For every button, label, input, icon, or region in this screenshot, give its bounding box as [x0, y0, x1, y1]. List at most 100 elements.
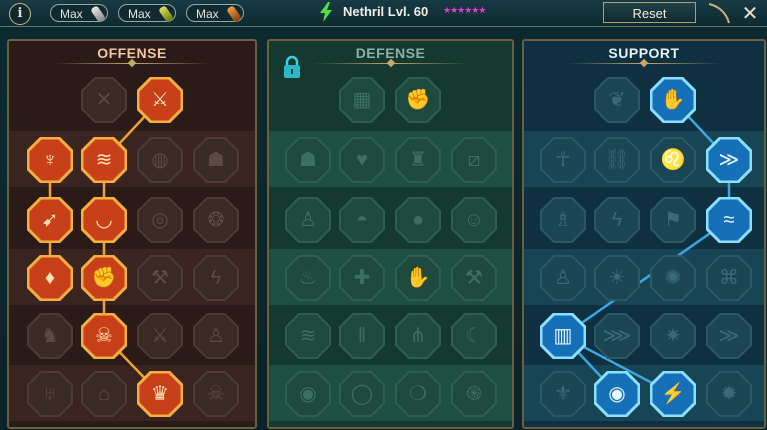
support-mastery-node[interactable]: ⚑ — [650, 197, 696, 243]
scroll-icon: ⌘ — [719, 267, 739, 289]
offense-mastery-node[interactable]: ✊ — [81, 255, 127, 301]
monk-icon: ♙ — [554, 267, 572, 289]
defense-mastery-node[interactable]: ⚒ — [451, 255, 497, 301]
defense-mastery-node[interactable]: ♙ — [285, 197, 331, 243]
tri-blade-icon: ⋔ — [409, 325, 427, 347]
support-mastery-node[interactable]: ✷ — [650, 313, 696, 359]
offense-mastery-node[interactable]: ◎ — [137, 197, 183, 243]
offense-mastery-node[interactable]: ➹ — [27, 197, 73, 243]
offense-mastery-node[interactable]: ⚔ — [137, 77, 183, 123]
defense-mastery-node[interactable]: ✋ — [395, 255, 441, 301]
info-button[interactable]: i — [9, 3, 31, 25]
reset-button[interactable]: Reset — [603, 2, 696, 23]
support-mastery-node[interactable]: ≈ — [706, 197, 752, 243]
support-mastery-node[interactable]: ☥ — [540, 137, 586, 183]
offense-mastery-node[interactable]: ♛ — [137, 371, 183, 417]
defense-mastery-node[interactable]: ♜ — [395, 137, 441, 183]
close-button[interactable]: ✕ — [738, 1, 762, 25]
support-mastery-node[interactable]: ⚡ — [650, 371, 696, 417]
offense-mastery-node[interactable]: ϟ — [193, 255, 239, 301]
defense-mastery-node[interactable]: ‖ — [339, 313, 385, 359]
demon-warrior-icon: ♆ — [42, 149, 58, 171]
figure-icon: ♙ — [207, 325, 225, 347]
offense-mastery-node[interactable]: ◍ — [137, 137, 183, 183]
support-mastery-node[interactable]: ≫ — [706, 137, 752, 183]
flame-hand-icon: ♨ — [299, 267, 317, 289]
horned-demon-icon: ♅ — [42, 383, 58, 405]
support-mastery-node[interactable]: ⚜ — [540, 371, 586, 417]
back-arrow-icon[interactable] — [706, 2, 732, 24]
support-mastery-node[interactable]: ◉ — [594, 371, 640, 417]
bubble-icon: ❍ — [409, 383, 427, 405]
offense-mastery-node[interactable]: ≋ — [81, 137, 127, 183]
offense-mastery-node[interactable]: ☠ — [81, 313, 127, 359]
blood-drop-icon: ♦ — [44, 267, 56, 289]
offense-mastery-node[interactable]: ☠ — [193, 371, 239, 417]
offense-mastery-node[interactable]: ♞ — [27, 313, 73, 359]
support-mastery-node[interactable]: ✺ — [650, 255, 696, 301]
support-mastery-node[interactable]: ⛓ — [594, 137, 640, 183]
storm-icon: ϟ — [611, 209, 623, 231]
support-mastery-node[interactable]: ☀ — [594, 255, 640, 301]
demon-lord-icon: ♛ — [151, 383, 169, 405]
defense-mastery-node[interactable]: ◯ — [339, 371, 385, 417]
defense-mastery-node[interactable]: ● — [395, 197, 441, 243]
support-mastery-node[interactable]: ♙ — [540, 255, 586, 301]
defense-mastery-node[interactable]: ☺ — [451, 197, 497, 243]
support-mastery-node[interactable]: ⋙ — [594, 313, 640, 359]
support-mastery-node[interactable]: ≫ — [706, 313, 752, 359]
offense-mastery-node[interactable]: ⚒ — [137, 255, 183, 301]
max-button-bronze[interactable]: Max — [186, 4, 244, 23]
defense-mastery-node[interactable]: ✚ — [339, 255, 385, 301]
defense-mastery-node[interactable]: ☗ — [285, 137, 331, 183]
fist-icon: ✊ — [91, 267, 117, 289]
heal-orb-icon: ◉ — [299, 383, 317, 405]
offense-mastery-node[interactable]: ✕ — [81, 77, 127, 123]
triple-skull-icon: ☠ — [95, 325, 113, 347]
offense-mastery-node[interactable]: ⌂ — [81, 371, 127, 417]
support-mastery-node[interactable]: ▥ — [540, 313, 586, 359]
defense-mastery-node[interactable]: ❍ — [395, 371, 441, 417]
offense-mastery-node[interactable]: ♦ — [27, 255, 73, 301]
cage-helm-icon: ⌂ — [97, 383, 111, 405]
max-button-gold[interactable]: Max — [118, 4, 176, 23]
defense-mastery-node[interactable]: ֍ — [451, 371, 497, 417]
spiral-icon: ◎ — [151, 209, 169, 231]
defense-mastery-node[interactable]: ◓ — [339, 197, 385, 243]
support-mastery-node[interactable]: ✹ — [706, 371, 752, 417]
offense-mastery-node[interactable]: ♆ — [27, 137, 73, 183]
defense-mastery-node[interactable]: ♨ — [285, 255, 331, 301]
max-button-silver[interactable]: Max — [50, 4, 108, 23]
defense-mastery-node[interactable]: ≋ — [285, 313, 331, 359]
offense-mastery-node[interactable]: ◡ — [81, 197, 127, 243]
max-label: Max — [60, 7, 83, 21]
support-mastery-node[interactable]: ✋ — [650, 77, 696, 123]
support-mastery-node[interactable]: ♌ — [650, 137, 696, 183]
defense-mastery-node[interactable]: ⋔ — [395, 313, 441, 359]
silver-scroll-icon — [90, 5, 106, 23]
offense-mastery-node[interactable]: ⚔ — [137, 313, 183, 359]
offense-mastery-node[interactable]: ♅ — [27, 371, 73, 417]
swords-icon: ⚔ — [151, 325, 169, 347]
defense-mastery-node[interactable]: ▦ — [339, 77, 385, 123]
support-mastery-node[interactable]: ❦ — [594, 77, 640, 123]
ring-icon: ◯ — [350, 383, 374, 405]
support-mastery-node[interactable]: ϟ — [594, 197, 640, 243]
sunflare-icon: ✹ — [720, 383, 738, 405]
defense-mastery-node[interactable]: ✊ — [395, 77, 441, 123]
tower-icon: ♜ — [409, 149, 427, 171]
defense-mastery-node[interactable]: ⧄ — [451, 137, 497, 183]
defense-mastery-node[interactable]: ☾ — [451, 313, 497, 359]
defense-mastery-node[interactable]: ♥ — [339, 137, 385, 183]
axe-icon: ⚒ — [151, 267, 169, 289]
offense-mastery-node[interactable]: ♙ — [193, 313, 239, 359]
triple-slash-icon: ≋ — [95, 149, 113, 171]
offense-mastery-node[interactable]: ❂ — [193, 197, 239, 243]
defense-mastery-node[interactable]: ◉ — [285, 371, 331, 417]
warrior-icon: ♙ — [299, 209, 317, 231]
speed-boot-icon: ≫ — [718, 325, 740, 347]
offense-mastery-node[interactable]: ☗ — [193, 137, 239, 183]
lion-icon: ♌ — [660, 149, 686, 171]
support-mastery-node[interactable]: ♗ — [540, 197, 586, 243]
support-mastery-node[interactable]: ⌘ — [706, 255, 752, 301]
